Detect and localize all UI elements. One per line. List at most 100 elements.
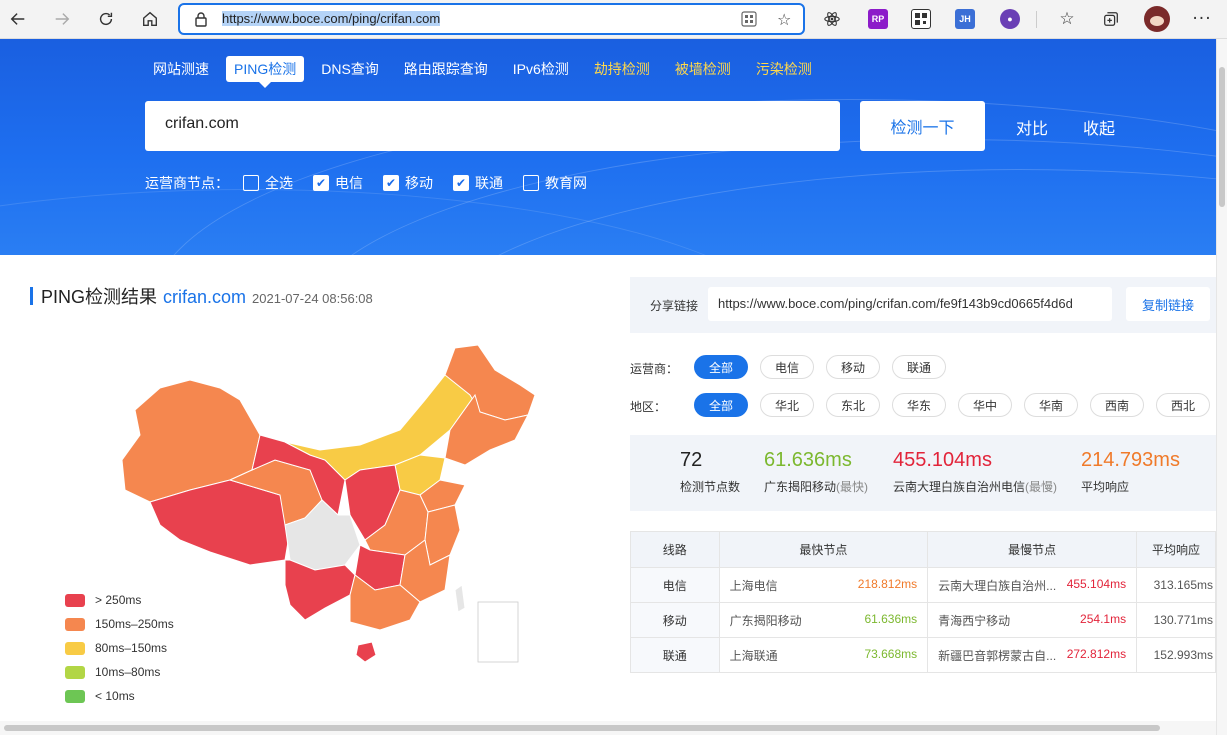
- stat-tag: (最快): [836, 480, 869, 494]
- filter-isp-mobile[interactable]: 移动: [826, 355, 880, 379]
- checkbox-label: 移动: [405, 175, 433, 191]
- table-row: 移动 广东揭阳移动 61.636ms 青海西宁移动 254.1ms 130.771m…: [630, 602, 1216, 638]
- stat-label: 平均响应: [1081, 480, 1130, 494]
- share-panel: 分享链接 https://www.boce.com/ping/crifan.co…: [630, 277, 1216, 333]
- stat-tag: (最慢): [1025, 480, 1058, 494]
- nav-hijack[interactable]: 劫持检测: [586, 56, 658, 82]
- stat-value: 214.793ms: [1081, 449, 1180, 471]
- checkbox-label: 教育网: [545, 175, 587, 191]
- region-hainan[interactable]: [355, 641, 377, 663]
- address-bar[interactable]: https://www.boce.com/ping/crifan.com ☆: [178, 3, 805, 35]
- stat-fastest: 61.636ms 广东揭阳移动(最快): [764, 449, 868, 495]
- isp-selector-label: 运营商节点：: [145, 175, 229, 191]
- slow-node-latency: 455.104ms: [1066, 576, 1127, 591]
- nav-pollution[interactable]: 污染检测: [748, 56, 820, 82]
- map-legend: > 250ms 150ms–250ms 80ms–150ms 10ms–80ms…: [65, 588, 174, 708]
- filter-region-all[interactable]: 全部: [694, 393, 748, 417]
- region-east[interactable]: [424, 504, 461, 566]
- legend-item: 10ms–80ms: [65, 660, 174, 684]
- result-domain[interactable]: crifan.com: [163, 287, 246, 308]
- legend-label: 80ms–150ms: [95, 641, 168, 655]
- table-row: 电信 上海电信 218.812ms 云南大理白族自治州... 455.104ms 3…: [630, 567, 1216, 603]
- tool-nav: 网站测速 PING检测 DNS查询 路由跟踪查询 IPv6检测 劫持检测 被墙检…: [145, 56, 829, 88]
- nav-traceroute[interactable]: 路由跟踪查询: [396, 56, 496, 82]
- stat-node-count: 72 检测节点数: [680, 449, 740, 495]
- isp-selector: 运营商节点： 全选 ✔ 电信 ✔ 移动 ✔ 联通 教育网: [145, 173, 587, 193]
- result-time: 2021-07-24 08:56:08: [252, 291, 373, 306]
- fast-node-name: 广东揭阳移动: [729, 613, 802, 628]
- profile-avatar[interactable]: [1144, 6, 1170, 32]
- share-url-field[interactable]: https://www.boce.com/ping/crifan.com/fe9…: [708, 287, 1112, 321]
- stat-label: 云南大理白族自治州电信: [893, 480, 1026, 494]
- collections-icon[interactable]: [1097, 5, 1125, 33]
- check-button[interactable]: 检测一下: [860, 101, 985, 151]
- qr-code-icon[interactable]: [911, 9, 931, 29]
- stat-label: 检测节点数: [680, 480, 741, 494]
- forward-icon[interactable]: [48, 5, 76, 33]
- nav-speed-test[interactable]: 网站测速: [145, 56, 217, 82]
- nav-ping[interactable]: PING检测: [226, 56, 305, 88]
- back-icon[interactable]: [4, 5, 32, 33]
- isp-checkbox-telecom[interactable]: ✔ 电信: [313, 173, 363, 193]
- filter-region-east[interactable]: 华东: [892, 393, 946, 417]
- rp-extension-icon[interactable]: RP: [868, 9, 888, 29]
- scrollbar-thumb[interactable]: [4, 725, 1160, 731]
- fast-node-latency: 218.812ms: [857, 576, 918, 591]
- copy-link-button[interactable]: 复制链接: [1126, 287, 1210, 321]
- slow-node-name: 青海西宁移动: [938, 613, 1011, 628]
- filter-isp-telecom[interactable]: 电信: [760, 355, 814, 379]
- extension-icon[interactable]: ●: [1000, 9, 1020, 29]
- home-icon[interactable]: [136, 5, 164, 33]
- filter-region-north[interactable]: 华北: [760, 393, 814, 417]
- line-summary-table: 线路 最快节点 最慢节点 平均响应 电信 上海电信 218.812ms 云南大理白…: [630, 531, 1216, 673]
- compare-button[interactable]: 对比: [1016, 115, 1048, 139]
- scrollbar-thumb[interactable]: [1219, 67, 1225, 207]
- filter-region-central[interactable]: 华中: [958, 393, 1012, 417]
- col-header: 平均响应: [1136, 531, 1216, 568]
- slow-node-name: 新疆巴音郭楞蒙古自...: [938, 648, 1057, 663]
- collapse-button[interactable]: 收起: [1083, 115, 1115, 139]
- cell-line: 移动: [630, 602, 720, 638]
- fast-node-name: 上海联通: [729, 648, 778, 663]
- isp-checkbox-edu[interactable]: 教育网: [523, 173, 587, 193]
- nav-dns[interactable]: DNS查询: [313, 56, 387, 82]
- isp-checkbox-unicom[interactable]: ✔ 联通: [453, 173, 503, 193]
- region-yunnan[interactable]: [284, 559, 356, 621]
- app-grid-icon[interactable]: [741, 11, 757, 31]
- result-title: PING检测结果 crifan.com 2021-07-24 08:56:08: [30, 283, 373, 309]
- more-menu-icon[interactable]: ···: [1188, 5, 1216, 33]
- legend-label: 150ms–250ms: [95, 617, 174, 631]
- browser-toolbar: https://www.boce.com/ping/crifan.com ☆ R…: [0, 0, 1227, 39]
- checkmark-icon: ✔: [383, 175, 399, 191]
- stat-slowest: 455.104ms 云南大理白族自治州电信(最慢): [893, 449, 1057, 495]
- checkbox-icon: [523, 175, 539, 191]
- fast-node-name: 上海电信: [729, 578, 778, 593]
- isp-checkbox-all[interactable]: 全选: [243, 173, 293, 193]
- domain-input[interactable]: crifan.com: [145, 101, 840, 151]
- reload-icon[interactable]: [92, 5, 120, 33]
- add-favorite-icon[interactable]: ☆: [777, 10, 791, 29]
- filter-region-northeast[interactable]: 东北: [826, 393, 880, 417]
- filter-region-south[interactable]: 华南: [1024, 393, 1078, 417]
- filter-isp-unicom[interactable]: 联通: [892, 355, 946, 379]
- favorites-icon[interactable]: ☆: [1053, 5, 1081, 33]
- cell-fastest: 上海联通 73.668ms: [718, 637, 929, 673]
- vertical-scrollbar[interactable]: [1216, 39, 1227, 735]
- jh-extension-icon[interactable]: JH: [955, 9, 975, 29]
- nav-ipv6[interactable]: IPv6检测: [505, 56, 577, 82]
- react-devtools-icon[interactable]: [818, 5, 846, 33]
- region-taiwan[interactable]: [454, 584, 466, 613]
- isp-checkbox-mobile[interactable]: ✔ 移动: [383, 173, 433, 193]
- col-header: 最快节点: [718, 531, 929, 568]
- isp-filter-label: 运营商：: [630, 362, 679, 376]
- checkmark-icon: ✔: [453, 175, 469, 191]
- filter-region-southwest[interactable]: 西南: [1090, 393, 1144, 417]
- nav-blocked[interactable]: 被墙检测: [667, 56, 739, 82]
- filter-region-northwest[interactable]: 西北: [1156, 393, 1210, 417]
- filter-isp-all[interactable]: 全部: [694, 355, 748, 379]
- cell-average: 130.771ms: [1136, 602, 1216, 638]
- url-text: https://www.boce.com/ping/crifan.com: [222, 11, 441, 26]
- legend-swatch: [65, 689, 85, 703]
- horizontal-scrollbar[interactable]: [0, 721, 1216, 735]
- lock-icon: [194, 11, 208, 31]
